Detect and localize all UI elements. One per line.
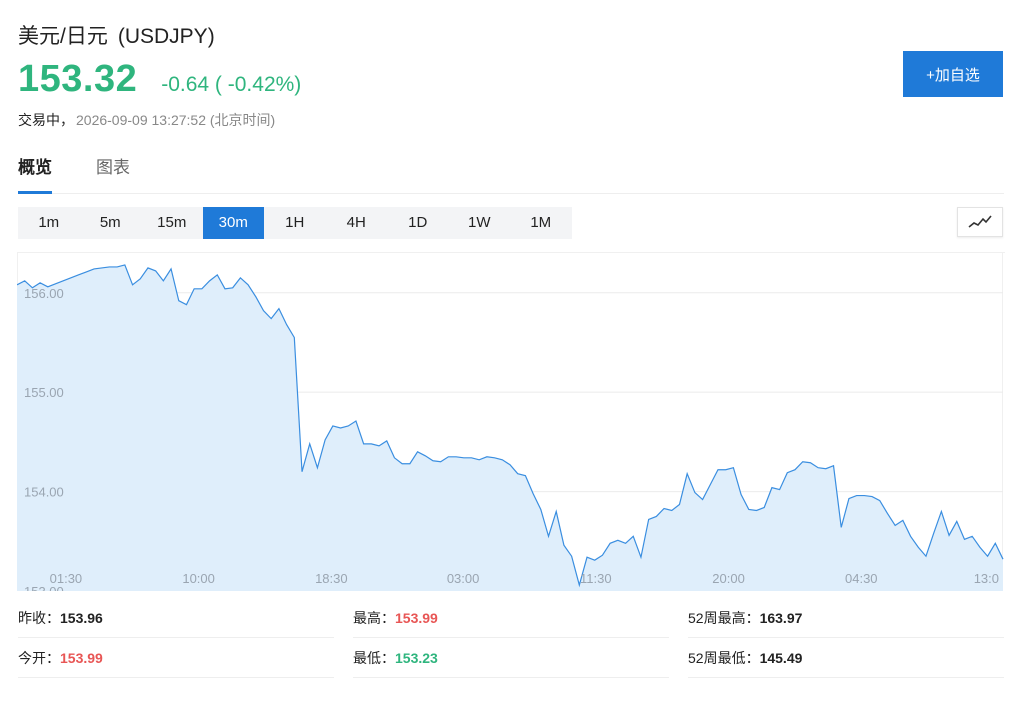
period-1m-button[interactable]: 1m: [18, 207, 80, 239]
stat-52w-high: 52周最高： 163.97: [688, 598, 1004, 638]
price-chart[interactable]: 153.00154.00155.00156.0001:3010:0018:300…: [17, 252, 1005, 592]
stats-table: 昨收： 153.96 最高： 153.99 52周最高： 163.97 今开： …: [18, 598, 1004, 678]
price-change: -0.64 ( -0.42%): [161, 73, 302, 96]
price-area: [17, 264, 1003, 591]
y-tick-label: 154.00: [24, 485, 64, 500]
x-tick-label: 13:0: [974, 571, 999, 586]
instrument-code: (USDJPY): [117, 25, 215, 48]
add-to-watchlist-button[interactable]: +加自选: [903, 51, 1003, 97]
x-tick-label: 10:00: [182, 571, 215, 586]
stat-label: 昨收：: [18, 609, 60, 626]
stats-row: 今开： 153.99 最低： 153.23 52周最低： 145.49: [18, 638, 1004, 678]
stat-value: 153.99: [395, 609, 438, 626]
stats-row: 昨收： 153.96 最高： 153.99 52周最高： 163.97: [18, 598, 1004, 638]
chart-type-button[interactable]: [957, 207, 1003, 237]
line-chart-icon: [968, 215, 992, 228]
tab-chart[interactable]: 图表: [96, 150, 130, 194]
period-15m-button[interactable]: 15m: [141, 207, 203, 239]
x-tick-label: 04:30: [845, 571, 878, 586]
stat-open: 今开： 153.99: [18, 638, 334, 678]
period-1d-button[interactable]: 1D: [387, 207, 449, 239]
instrument-name: 美元/日元: [18, 25, 108, 48]
stat-label: 最高：: [353, 609, 395, 626]
period-1mo-button[interactable]: 1M: [510, 207, 572, 239]
period-1w-button[interactable]: 1W: [449, 207, 511, 239]
stat-value: 153.96: [60, 609, 103, 626]
tab-overview[interactable]: 概览: [18, 150, 52, 194]
instrument-title: 美元/日元 (USDJPY): [18, 20, 215, 48]
y-tick-label: 155.00: [24, 385, 64, 400]
price-chart-svg: 153.00154.00155.00156.0001:3010:0018:300…: [17, 253, 1004, 591]
stat-low: 最低： 153.23: [353, 638, 669, 678]
period-selector: 1m 5m 15m 30m 1H 4H 1D 1W 1M: [18, 207, 572, 239]
x-tick-label: 20:00: [712, 571, 745, 586]
stat-value: 153.23: [395, 649, 438, 666]
period-30m-button[interactable]: 30m: [202, 207, 264, 239]
stat-52w-low: 52周最低： 145.49: [688, 638, 1004, 678]
stat-label: 今开：: [18, 649, 60, 666]
y-tick-label: 156.00: [24, 286, 64, 301]
stat-value: 145.49: [759, 649, 803, 666]
stat-label: 最低：: [353, 649, 395, 666]
status-timestamp: 2026-09-09 13:27:52 (北京时间): [76, 112, 276, 128]
x-tick-label: 01:30: [50, 571, 83, 586]
trading-status: 交易中， 2026-09-09 13:27:52 (北京时间): [18, 110, 275, 130]
period-1h-button[interactable]: 1H: [264, 207, 326, 239]
x-tick-label: 11:30: [580, 571, 612, 586]
x-tick-label: 18:30: [315, 571, 348, 586]
stat-label: 52周最低：: [688, 649, 760, 666]
period-5m-button[interactable]: 5m: [80, 207, 142, 239]
current-price: 153.32: [18, 58, 138, 100]
stat-value: 153.99: [60, 649, 103, 666]
stat-prev-close: 昨收： 153.96: [18, 598, 334, 638]
status-label: 交易中，: [18, 112, 74, 128]
stat-label: 52周最高：: [688, 609, 760, 626]
stat-value: 163.97: [759, 609, 803, 626]
period-4h-button[interactable]: 4H: [326, 207, 388, 239]
x-tick-label: 03:00: [447, 571, 480, 586]
main-tabs: 概览 图表: [18, 150, 1004, 194]
stat-high: 最高： 153.99: [353, 598, 669, 638]
price-row: 153.32 -0.64 ( -0.42%): [18, 58, 301, 101]
